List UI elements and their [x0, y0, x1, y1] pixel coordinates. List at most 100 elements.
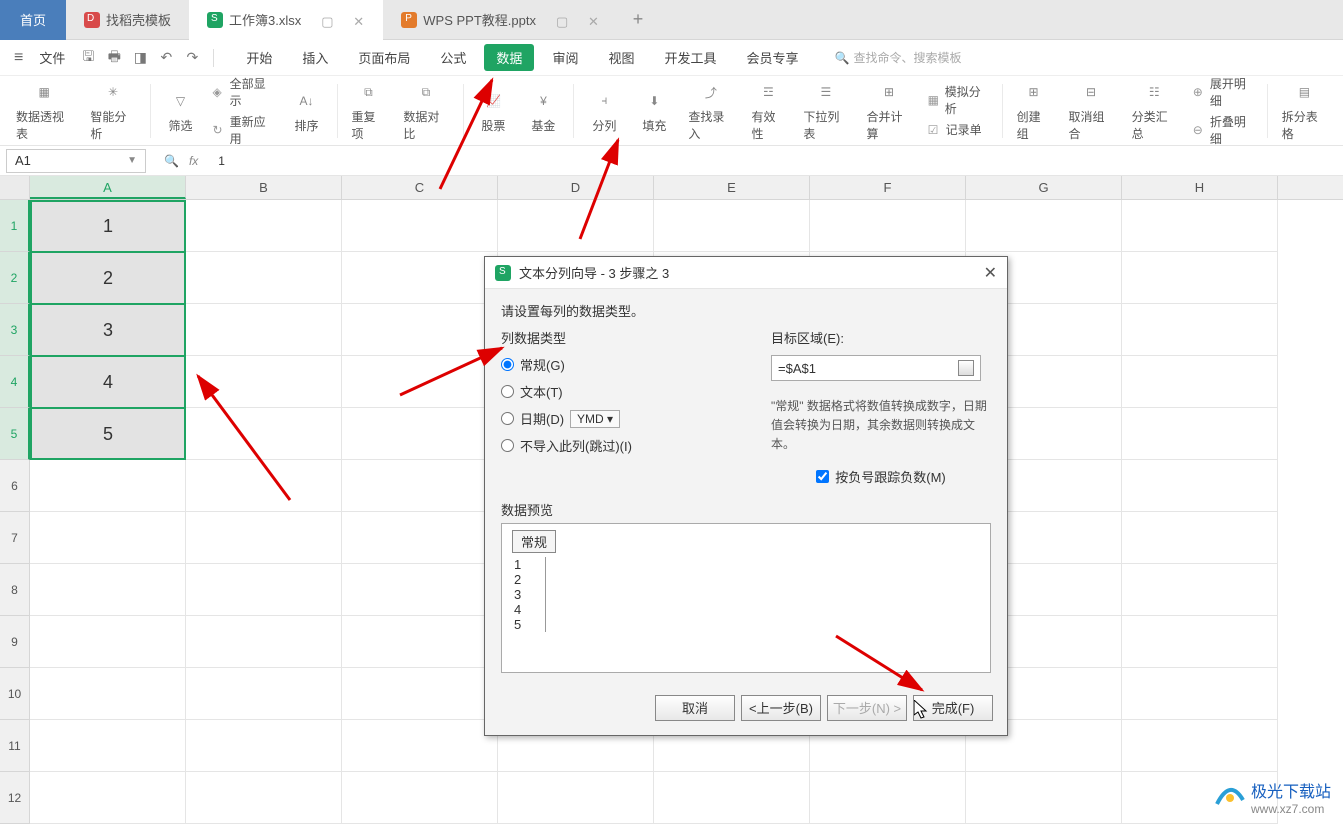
record-form-button[interactable]: ☑记录单	[928, 121, 990, 138]
cell[interactable]	[342, 356, 498, 408]
radio-general-input[interactable]	[501, 358, 514, 371]
ungroup-button[interactable]: ⊟取消组合	[1061, 78, 1122, 144]
command-search[interactable]: 🔍 查找命令、搜索模板	[835, 49, 962, 66]
cell[interactable]	[498, 200, 654, 252]
row-header[interactable]: 7	[0, 512, 30, 564]
radio-date[interactable]: 日期(D) YMD ▾	[501, 409, 751, 428]
hamburger-icon[interactable]: ≡	[10, 49, 27, 67]
redo-icon[interactable]: ↷	[181, 47, 203, 69]
tab-close-icon[interactable]: ✕	[588, 14, 600, 26]
dropdown-list-button[interactable]: ☰下拉列表	[795, 78, 856, 144]
sort-button[interactable]: A↓排序	[283, 78, 331, 144]
compare-button[interactable]: ⧉数据对比	[395, 78, 456, 144]
menu-data[interactable]: 数据	[484, 44, 534, 71]
range-selector-icon[interactable]	[958, 360, 974, 376]
preview-icon[interactable]: ◨	[129, 47, 151, 69]
collapse-detail-button[interactable]: ⊖折叠明细	[1193, 113, 1255, 147]
col-header-a[interactable]: A	[30, 176, 186, 199]
row-header[interactable]: 9	[0, 616, 30, 668]
menu-formula[interactable]: 公式	[428, 44, 478, 71]
lookup-input-button[interactable]: ⤴查找录入	[680, 78, 741, 144]
cell[interactable]	[1122, 408, 1278, 460]
col-header-b[interactable]: B	[186, 176, 342, 199]
cell[interactable]	[1122, 564, 1278, 616]
cell[interactable]	[654, 200, 810, 252]
create-group-button[interactable]: ⊞创建组	[1009, 78, 1059, 144]
cell[interactable]	[1122, 720, 1278, 772]
menu-start[interactable]: 开始	[234, 44, 284, 71]
select-all-corner[interactable]	[0, 176, 30, 199]
fund-button[interactable]: ¥基金	[519, 78, 567, 144]
radio-date-input[interactable]	[501, 412, 514, 425]
row-header[interactable]: 5	[0, 408, 30, 460]
split-table-button[interactable]: ▤拆分表格	[1274, 78, 1335, 144]
col-header-f[interactable]: F	[810, 176, 966, 199]
cell[interactable]	[186, 252, 342, 304]
expand-detail-button[interactable]: ⊕展开明细	[1193, 75, 1255, 109]
cell[interactable]	[810, 772, 966, 824]
cell[interactable]	[342, 616, 498, 668]
text-to-columns-button[interactable]: ⫞分列	[580, 78, 628, 144]
radio-text[interactable]: 文本(T)	[501, 382, 751, 401]
cell[interactable]	[186, 408, 342, 460]
row-header[interactable]: 8	[0, 564, 30, 616]
cell[interactable]: 4	[30, 356, 186, 408]
file-menu[interactable]: 文件	[31, 48, 73, 67]
fx-icon[interactable]: fx	[189, 154, 198, 168]
menu-review[interactable]: 审阅	[540, 44, 590, 71]
row-header[interactable]: 3	[0, 304, 30, 356]
cell[interactable]	[30, 564, 186, 616]
cell[interactable]	[342, 304, 498, 356]
smart-analysis-button[interactable]: ✳智能分析	[82, 78, 143, 144]
col-header-g[interactable]: G	[966, 176, 1122, 199]
simulate-button[interactable]: ▦模拟分析	[928, 83, 990, 117]
tab-window-icon[interactable]: ▢	[321, 14, 333, 26]
cell[interactable]	[30, 772, 186, 824]
cell[interactable]	[810, 200, 966, 252]
cell[interactable]	[186, 304, 342, 356]
home-tab[interactable]: 首页	[0, 0, 66, 40]
cell[interactable]: 3	[30, 304, 186, 356]
col-header-c[interactable]: C	[342, 176, 498, 199]
row-header[interactable]: 1	[0, 200, 30, 252]
cell[interactable]	[966, 772, 1122, 824]
validity-button[interactable]: ☲有效性	[744, 78, 794, 144]
target-range-input[interactable]: =$A$1	[771, 355, 981, 381]
undo-icon[interactable]: ↶	[155, 47, 177, 69]
prev-step-button[interactable]: <上一步(B)	[741, 695, 821, 721]
cell[interactable]	[186, 720, 342, 772]
cell[interactable]	[342, 408, 498, 460]
cell[interactable]	[342, 512, 498, 564]
cell[interactable]	[1122, 460, 1278, 512]
cell[interactable]	[342, 200, 498, 252]
cell[interactable]	[1122, 304, 1278, 356]
tab-window-icon[interactable]: ▢	[556, 14, 568, 26]
cell[interactable]: 1	[30, 200, 186, 252]
name-box[interactable]: A1 ▼	[6, 149, 146, 173]
radio-skip[interactable]: 不导入此列(跳过)(I)	[501, 436, 751, 455]
cell[interactable]	[1122, 200, 1278, 252]
menu-layout[interactable]: 页面布局	[346, 44, 422, 71]
cell[interactable]	[30, 616, 186, 668]
cell[interactable]	[1122, 512, 1278, 564]
negative-tracking-checkbox[interactable]: 按负号跟踪负数(M)	[771, 467, 991, 486]
close-icon[interactable]: ✕	[984, 263, 997, 283]
menu-member[interactable]: 会员专享	[734, 44, 810, 71]
cell[interactable]	[342, 460, 498, 512]
cell[interactable]	[654, 772, 810, 824]
menu-view[interactable]: 视图	[596, 44, 646, 71]
cell[interactable]	[186, 512, 342, 564]
cell[interactable]	[342, 668, 498, 720]
radio-general[interactable]: 常规(G)	[501, 355, 751, 374]
chevron-down-icon[interactable]: ▼	[127, 155, 137, 166]
cell[interactable]	[1122, 616, 1278, 668]
cell[interactable]	[1122, 356, 1278, 408]
template-tab[interactable]: 找稻壳模板	[66, 0, 189, 40]
ppt-tab[interactable]: WPS PPT教程.pptx ▢ ✕	[383, 0, 618, 40]
cancel-button[interactable]: 取消	[655, 695, 735, 721]
cell[interactable]	[186, 616, 342, 668]
formula-value[interactable]: 1	[218, 154, 225, 168]
row-header[interactable]: 11	[0, 720, 30, 772]
negative-checkbox-input[interactable]	[816, 470, 829, 483]
cell[interactable]	[186, 772, 342, 824]
